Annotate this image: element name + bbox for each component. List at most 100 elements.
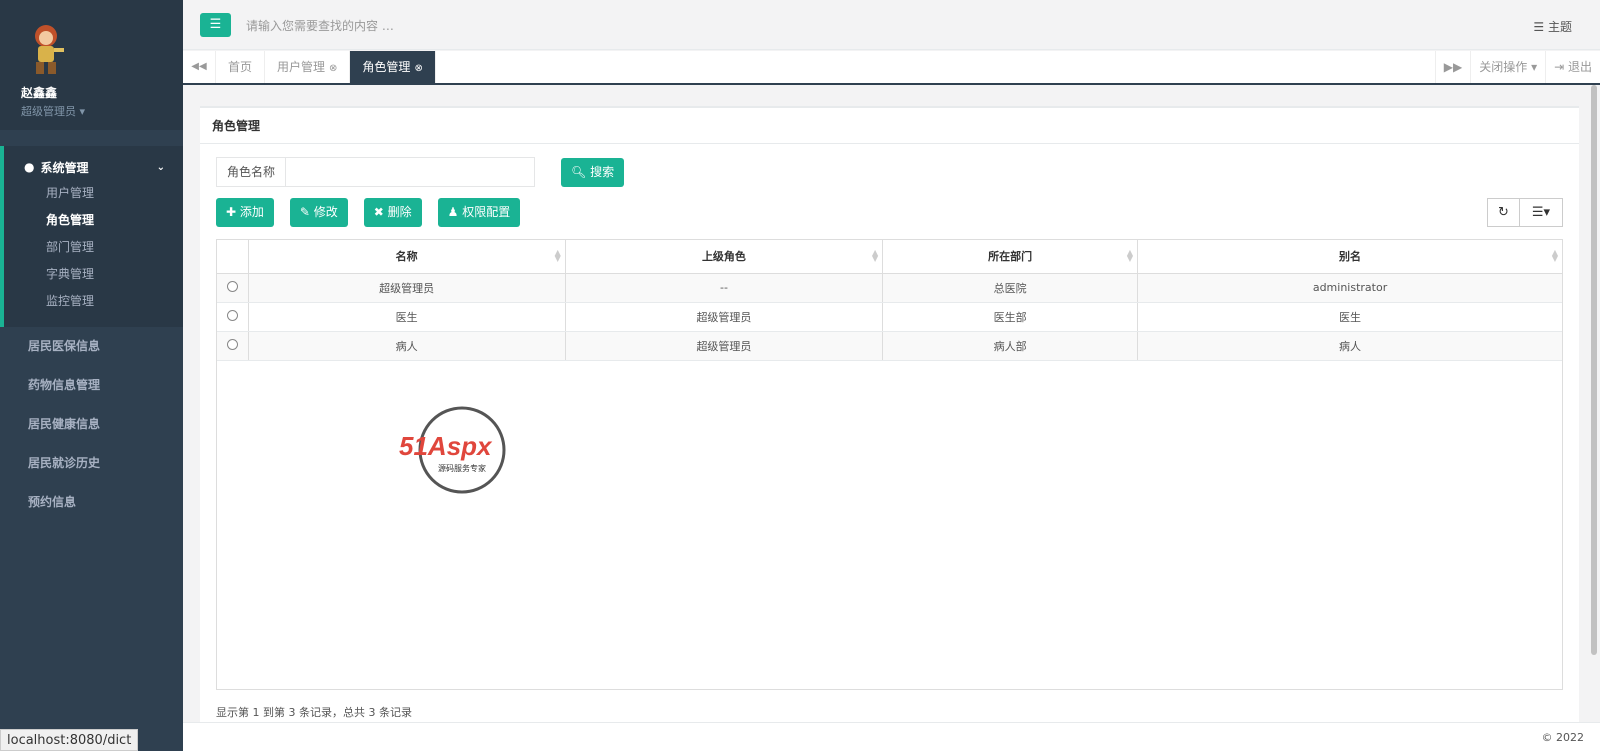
sidebar-item-insurance[interactable]: 居民医保信息	[0, 327, 183, 366]
close-operations-label: 关闭操作	[1479, 60, 1528, 74]
sidebar-item-role-management[interactable]: 角色管理	[4, 207, 183, 234]
table-header-row: 名称 ▲ ▼ 上级角色 ▲ ▼ 所在部门 ▲ ▼ 别名 ▲ ▼	[217, 240, 1562, 274]
role-name-label: 角色名称	[216, 157, 286, 187]
sidebar-item-user-management[interactable]: 用户管理	[4, 180, 183, 207]
cell-alias: 病人	[1137, 331, 1562, 361]
cell-alias: 医生	[1137, 302, 1562, 332]
nav-system-management[interactable]: ● 系统管理 ⌄	[4, 154, 183, 180]
tab-scroll-right-button[interactable]: ▶▶	[1434, 51, 1470, 83]
header-alias-label: 别名	[1339, 250, 1362, 264]
cell-department: 病人部	[882, 331, 1139, 361]
search-button[interactable]: 🔍︎ 搜索	[561, 157, 625, 187]
role-name-input[interactable]	[285, 157, 536, 187]
chevron-down-icon: ⌄	[156, 161, 165, 173]
sidebar-item-drug[interactable]: 药物信息管理	[0, 366, 183, 405]
edit-button[interactable]: ✎ 修改	[289, 198, 348, 227]
close-icon[interactable]: ⊗	[414, 63, 422, 74]
close-icon[interactable]: ⊗	[329, 63, 337, 74]
tab-role-management[interactable]: 角色管理 ⊗	[350, 51, 436, 83]
permission-button-label: 权限配置	[462, 205, 511, 219]
sidebar-item-monitor-management[interactable]: 监控管理	[4, 288, 183, 315]
columns-dropdown-button[interactable]: ☰▾	[1520, 198, 1563, 227]
avatar-image	[35, 25, 64, 74]
header-parent-role-label: 上级角色	[701, 250, 746, 264]
hamburger-icon: ☰	[209, 17, 222, 32]
watermark-brand: 51Aspx	[399, 431, 493, 461]
main-content: 角色管理 角色名称 🔍︎ 搜索 ✚ 添加 ✎ 修改 ✖ 删除 ♟ 权限配置 ↻ …	[183, 85, 1600, 722]
role-panel: 角色管理 角色名称 🔍︎ 搜索 ✚ 添加 ✎ 修改 ✖ 删除 ♟ 权限配置 ↻ …	[200, 106, 1579, 722]
cell-parent-role: 超级管理员	[565, 331, 884, 361]
sidebar-item-dept-management[interactable]: 部门管理	[4, 234, 183, 261]
topbar: ☰ 请输入您需要查找的内容 … ☰ 主题	[183, 0, 1600, 50]
avatar[interactable]	[24, 22, 68, 78]
menu-toggle-button[interactable]: ☰	[200, 13, 231, 37]
watermark-logo: 51Aspx 源码服务专家	[399, 406, 506, 494]
table-row[interactable]: 医生 超级管理员 医生部 医生	[217, 302, 1562, 332]
row-radio[interactable]	[226, 338, 238, 350]
cell-department: 总医院	[882, 273, 1139, 303]
refresh-button[interactable]: ↻	[1487, 198, 1520, 227]
header-name[interactable]: 名称 ▲ ▼	[248, 240, 566, 274]
cell-name: 病人	[248, 331, 566, 361]
row-select-cell	[217, 302, 249, 332]
table-row[interactable]: 病人 超级管理员 病人部 病人	[217, 331, 1562, 361]
header-alias[interactable]: 别名 ▲ ▼	[1137, 240, 1562, 274]
global-search-input[interactable]: 请输入您需要查找的内容 …	[246, 17, 394, 34]
theme-label: 主题	[1547, 20, 1572, 34]
watermark-sub: 源码服务专家	[438, 463, 486, 473]
plus-icon: ✚	[226, 205, 240, 219]
tab-user-label: 用户管理	[277, 60, 326, 74]
cell-department: 医生部	[882, 302, 1139, 332]
select-header	[217, 240, 249, 274]
sidebar-item-health[interactable]: 居民健康信息	[0, 405, 183, 444]
add-button[interactable]: ✚ 添加	[216, 198, 274, 227]
pagination-info: 显示第 1 到第 3 条记录，总共 3 条记录	[216, 706, 412, 719]
row-radio[interactable]	[226, 309, 238, 321]
user-role-dropdown[interactable]: 超级管理员 ▾	[21, 103, 183, 119]
sidebar-item-visit-history[interactable]: 居民就诊历史	[0, 444, 183, 483]
tab-home[interactable]: 首页	[216, 51, 266, 83]
sidebar-item-appointment[interactable]: 预约信息	[0, 483, 183, 522]
cell-name: 超级管理员	[248, 273, 566, 303]
footer: © 2022	[183, 722, 1600, 751]
cell-parent-role: 超级管理员	[565, 302, 884, 332]
search-button-label: 搜索	[590, 164, 615, 179]
nav-group-system: ● 系统管理 ⌄ 用户管理 角色管理 部门管理 字典管理 监控管理	[0, 146, 183, 327]
user-icon: ●	[24, 160, 35, 174]
edit-icon: ✎	[299, 205, 314, 219]
tab-user-management[interactable]: 用户管理 ⊗	[265, 51, 351, 83]
nav-system-label: 系统管理	[40, 160, 89, 175]
tab-role-label: 角色管理	[362, 60, 411, 74]
user-name[interactable]: 赵鑫鑫	[21, 84, 183, 101]
cell-alias: administrator	[1137, 273, 1562, 303]
user-secret-icon: ♟	[447, 205, 463, 219]
page-title: 角色管理	[200, 108, 1579, 144]
row-radio[interactable]	[226, 280, 238, 292]
header-department[interactable]: 所在部门 ▲ ▼	[882, 240, 1139, 274]
sort-icon: ▲ ▼	[1551, 248, 1558, 263]
search-icon: 🔍︎	[571, 164, 591, 179]
user-role-label: 超级管理员	[21, 105, 76, 118]
header-parent-role[interactable]: 上级角色 ▲ ▼	[565, 240, 884, 274]
copyright: © 2022	[1541, 731, 1585, 744]
profile-area: 赵鑫鑫 超级管理员 ▾	[0, 0, 183, 130]
add-button-label: 添加	[239, 205, 264, 219]
tab-scroll-left-button[interactable]: ◀◀	[183, 51, 216, 83]
sort-icon: ▲ ▼	[1126, 248, 1134, 263]
close-operations-dropdown[interactable]: 关闭操作 ▾	[1470, 51, 1545, 83]
backward-icon: ◀◀	[191, 61, 207, 72]
table-row[interactable]: 超级管理员 -- 总医院 administrator	[217, 273, 1562, 303]
theme-button[interactable]: ☰ 主题	[1533, 18, 1572, 35]
vertical-scrollbar[interactable]	[1591, 85, 1597, 655]
logout-button[interactable]: ⇥ 退出	[1545, 51, 1600, 83]
delete-button-label: 删除	[387, 205, 412, 219]
row-select-cell	[217, 273, 249, 303]
cell-parent-role: --	[565, 273, 884, 303]
delete-button[interactable]: ✖ 删除	[363, 198, 422, 227]
sidebar: 赵鑫鑫 超级管理员 ▾ ● 系统管理 ⌄ 用户管理 角色管理 部门管理 字典管理…	[0, 0, 183, 751]
sidebar-item-dict-management[interactable]: 字典管理	[4, 261, 183, 288]
refresh-icon: ↻	[1498, 205, 1509, 220]
table-tools: ↻ ☰▾	[1487, 198, 1563, 227]
permission-config-button[interactable]: ♟ 权限配置	[437, 198, 521, 227]
sort-icon: ▲ ▼	[871, 248, 879, 263]
